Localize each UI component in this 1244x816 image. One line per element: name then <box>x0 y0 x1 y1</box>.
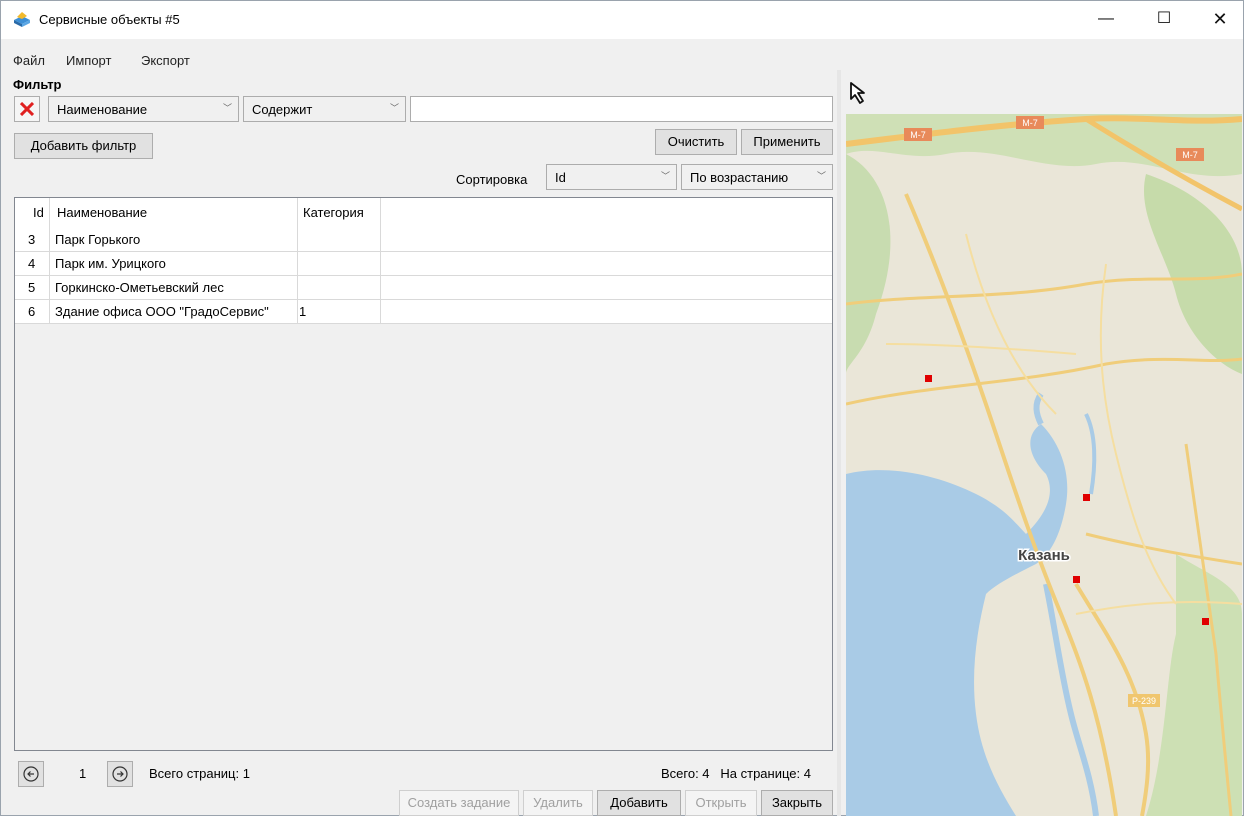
map-marker[interactable] <box>1202 618 1209 625</box>
cell-name: Парк Горького <box>55 232 141 247</box>
table-row[interactable]: 4 Парк им. Урицкого <box>15 252 832 276</box>
minimize-button[interactable]: — <box>1083 1 1129 39</box>
add-button[interactable]: Добавить <box>597 790 681 816</box>
table-row[interactable]: 5 Горкинско-Ометьевский лес <box>15 276 832 300</box>
cell-id: 5 <box>28 280 36 295</box>
select-cursor-icon[interactable] <box>846 79 872 107</box>
sort-field-value: Id <box>555 170 566 185</box>
title-bar: Сервисные объекты #5 — ☐ ✕ <box>1 1 1243 39</box>
road-label: М-7 <box>1182 150 1198 160</box>
app-window: Сервисные объекты #5 — ☐ ✕ Файл Импорт Э… <box>0 0 1244 816</box>
menu-export[interactable]: Экспорт <box>141 53 190 68</box>
table-header: Id Наименование Категория <box>15 198 832 228</box>
filter-operator-value: Содержит <box>252 102 313 117</box>
road-label: Р-239 <box>1132 696 1156 706</box>
create-task-button[interactable]: Создать задание <box>399 790 519 816</box>
add-filter-button[interactable]: Добавить фильтр <box>14 133 153 159</box>
cell-category: 1 <box>299 304 307 319</box>
column-header-category[interactable]: Категория <box>303 198 364 228</box>
table-row[interactable]: 3 Парк Горького <box>15 228 832 252</box>
filter-operator-select[interactable]: Содержит ﹀ <box>243 96 406 122</box>
road-label: М-7 <box>1022 118 1038 128</box>
chevron-down-icon: ﹀ <box>660 171 670 181</box>
filter-field-value: Наименование <box>57 102 148 117</box>
filter-field-select[interactable]: Наименование ﹀ <box>48 96 239 122</box>
sort-order-select[interactable]: По возрастанию ﹀ <box>681 164 833 190</box>
cell-id: 6 <box>28 304 36 319</box>
menu-file[interactable]: Файл <box>13 53 45 68</box>
chevron-down-icon: ﹀ <box>222 103 232 113</box>
road-label: М-7 <box>910 130 926 140</box>
map-view[interactable]: М-7 М-7 М-7 Р-239 Казань <box>846 114 1242 816</box>
column-divider <box>380 198 381 324</box>
next-page-button[interactable] <box>107 761 133 787</box>
arrow-right-icon <box>112 766 128 782</box>
arrow-left-icon <box>23 766 39 782</box>
menu-import[interactable]: Импорт <box>66 53 111 68</box>
record-counts: Всего: 4 На странице: 4 <box>661 766 811 781</box>
map-marker[interactable] <box>925 375 932 382</box>
chevron-down-icon: ﹀ <box>389 103 399 113</box>
cell-name: Здание офиса ООО "ГрадоСервис" <box>55 304 269 319</box>
current-page: 1 <box>79 766 87 781</box>
per-page-count: На странице: 4 <box>720 766 811 781</box>
remove-filter-button[interactable] <box>14 96 40 122</box>
table-row[interactable]: 6 Здание офиса ООО "ГрадоСервис" 1 <box>15 300 832 324</box>
apply-filter-button[interactable]: Применить <box>741 129 833 155</box>
filter-label: Фильтр <box>13 77 62 92</box>
column-header-name[interactable]: Наименование <box>57 198 147 228</box>
delete-button[interactable]: Удалить <box>523 790 593 816</box>
cell-id: 4 <box>28 256 36 271</box>
sort-field-select[interactable]: Id ﹀ <box>546 164 677 190</box>
sort-label: Сортировка <box>456 172 528 187</box>
cell-id: 3 <box>28 232 36 247</box>
panel-splitter[interactable] <box>837 70 841 816</box>
map-marker[interactable] <box>1073 576 1080 583</box>
open-button[interactable]: Открыть <box>685 790 757 816</box>
objects-table[interactable]: Id Наименование Категория 3 Парк Горьког… <box>14 197 833 751</box>
chevron-down-icon: ﹀ <box>816 171 826 181</box>
cell-name: Горкинско-Ометьевский лес <box>55 280 224 295</box>
clear-filter-button[interactable]: Очистить <box>655 129 737 155</box>
total-count: Всего: 4 <box>661 766 710 781</box>
window-title: Сервисные объекты #5 <box>39 12 180 27</box>
column-header-id[interactable]: Id <box>33 198 44 228</box>
city-label: Казань <box>1018 547 1070 564</box>
cell-name: Парк им. Урицкого <box>55 256 166 271</box>
prev-page-button[interactable] <box>18 761 44 787</box>
maximize-button[interactable]: ☐ <box>1141 1 1187 39</box>
column-divider <box>297 198 298 324</box>
map-marker[interactable] <box>1083 494 1090 501</box>
sort-order-value: По возрастанию <box>690 170 789 185</box>
filter-value-input[interactable] <box>410 96 833 122</box>
remove-icon <box>20 102 34 116</box>
column-divider <box>49 198 50 324</box>
total-pages-label: Всего страниц: 1 <box>149 766 250 781</box>
close-button[interactable]: Закрыть <box>761 790 833 816</box>
close-window-button[interactable]: ✕ <box>1197 1 1243 39</box>
app-icon <box>14 12 30 27</box>
